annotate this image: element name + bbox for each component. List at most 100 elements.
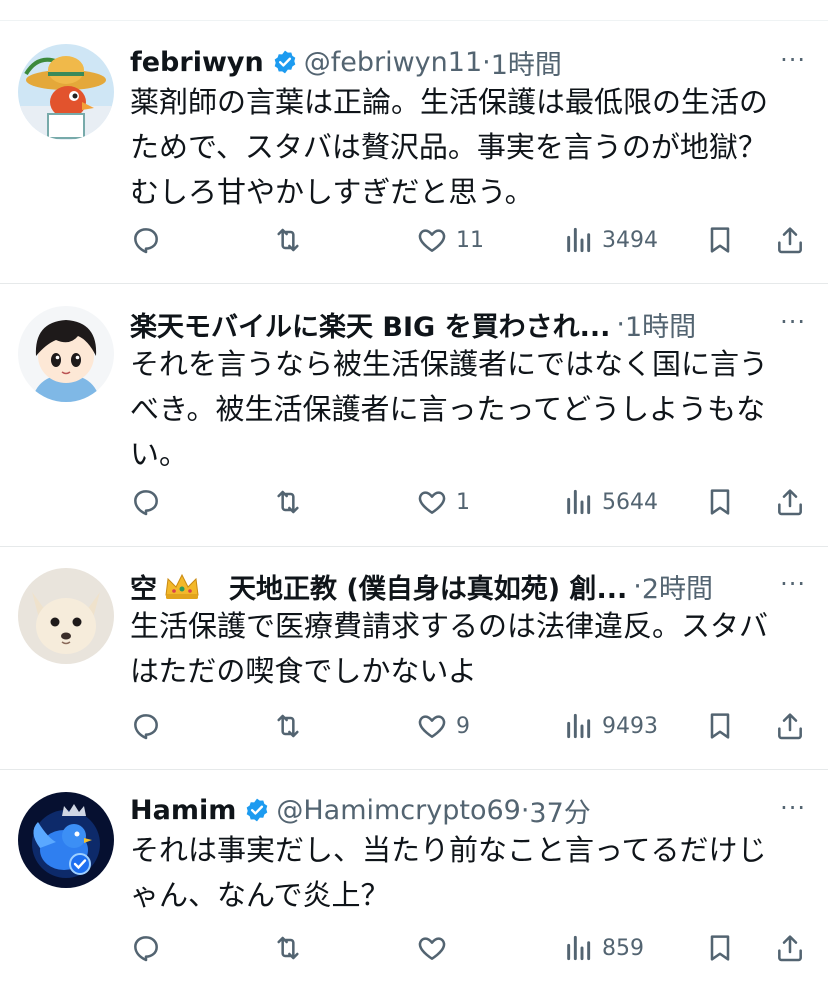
separator-dot: · xyxy=(633,570,642,602)
views-chart-icon xyxy=(567,713,591,739)
anime-girl-avatar-icon xyxy=(18,306,114,402)
avatar[interactable] xyxy=(18,792,114,888)
tweet-text: 薬剤師の言葉は正論。生活保護は最低限の生活の ためで、スタバは贅沢品。事実を言う… xyxy=(130,80,810,215)
share-button[interactable] xyxy=(774,928,806,968)
avatar[interactable] xyxy=(18,44,114,140)
views-chart-icon xyxy=(567,935,591,961)
action-bar: 1 5644 xyxy=(130,482,810,522)
more-options-icon[interactable]: ··· xyxy=(780,570,806,598)
reply-icon xyxy=(134,228,158,254)
retweet-icon xyxy=(277,228,299,252)
like-count: 1 xyxy=(456,489,470,515)
author-handle[interactable]: @febriwyn11 xyxy=(304,47,482,78)
verified-badge-icon xyxy=(244,797,270,823)
action-bar: 859 xyxy=(130,928,810,968)
tweet-divider xyxy=(0,769,828,770)
crown-icon xyxy=(163,571,201,601)
bookmark-button[interactable] xyxy=(704,928,736,968)
author-name[interactable]: Hamim xyxy=(130,795,236,826)
tweet-text-line: い。 xyxy=(130,437,189,471)
tweet-text: 生活保護で医療費請求するのは法律違反。スタバ はただの喫食でしかないよ xyxy=(130,604,810,694)
share-icon xyxy=(778,713,802,740)
retweet-button[interactable] xyxy=(272,220,304,260)
tweet-text: それは事実だし、当たり前なこと言ってるだけじ ゃん、なんで炎上？ xyxy=(130,828,810,918)
like-button[interactable]: 9 xyxy=(416,706,470,746)
top-divider xyxy=(0,20,828,21)
tweet-text-line: ゃん、なんで炎上？ xyxy=(130,878,390,912)
timestamp[interactable]: 2時間 xyxy=(642,568,713,605)
heart-icon xyxy=(418,491,446,514)
timestamp[interactable]: 37分 xyxy=(529,792,590,829)
bookmark-button[interactable] xyxy=(704,220,736,260)
views-button[interactable]: 859 xyxy=(562,928,644,968)
heart-icon xyxy=(418,937,446,960)
action-bar: 9 9493 xyxy=(130,706,810,746)
views-button[interactable]: 9493 xyxy=(562,706,658,746)
heart-icon xyxy=(418,229,446,252)
views-button[interactable]: 3494 xyxy=(562,220,658,260)
sombrero-bird-avatar-icon xyxy=(18,44,114,140)
like-button[interactable] xyxy=(416,928,456,968)
more-options-icon[interactable]: ··· xyxy=(780,308,806,336)
share-icon xyxy=(778,227,802,254)
heart-icon xyxy=(418,715,446,738)
tweet-divider xyxy=(0,283,828,284)
view-count: 5644 xyxy=(602,489,658,515)
bookmark-icon xyxy=(710,713,730,739)
author-name[interactable]: febriwyn xyxy=(130,47,264,78)
separator-dot: · xyxy=(616,308,625,340)
bookmark-button[interactable] xyxy=(704,482,736,522)
like-count: 11 xyxy=(456,227,484,253)
view-count: 9493 xyxy=(602,713,658,739)
retweet-button[interactable] xyxy=(272,706,304,746)
views-chart-icon xyxy=(567,227,591,253)
author-handle[interactable]: @Hamimcrypto69 xyxy=(276,795,520,826)
views-chart-icon xyxy=(567,489,591,515)
tweet-text-line: べき。被生活保護者に言ったってどうしようもな xyxy=(130,392,766,426)
chihuahua-avatar-icon xyxy=(18,568,114,664)
more-options-icon[interactable]: ··· xyxy=(780,46,806,74)
reply-button[interactable] xyxy=(130,706,162,746)
retweet-button[interactable] xyxy=(272,928,304,968)
tweet-text: それを言うなら被生活保護者にではなく国に言う べき。被生活保護者に言ったってどう… xyxy=(130,342,810,477)
bookmark-icon xyxy=(710,935,730,961)
reply-button[interactable] xyxy=(130,220,162,260)
tweet-text-line: ためで、スタバは贅沢品。事実を言うのが地獄？ xyxy=(130,130,767,164)
reply-button[interactable] xyxy=(130,928,162,968)
timestamp[interactable]: 1時間 xyxy=(625,306,696,343)
action-bar: 11 3494 xyxy=(130,220,810,260)
tweet-text-line: むしろ甘やかしすぎだと思う。 xyxy=(130,175,534,209)
avatar[interactable] xyxy=(18,568,114,664)
share-button[interactable] xyxy=(774,706,806,746)
share-icon xyxy=(778,935,802,962)
author-name-prefix[interactable]: 空 xyxy=(130,568,157,605)
reply-icon xyxy=(134,714,158,740)
bookmark-button[interactable] xyxy=(704,706,736,746)
more-options-icon[interactable]: ··· xyxy=(780,794,806,822)
tweet-text-line: それを言うなら被生活保護者にではなく国に言う xyxy=(130,347,769,381)
retweet-icon xyxy=(277,490,299,514)
tweet-text-line: はただの喫食でしかないよ xyxy=(130,654,477,688)
view-count: 3494 xyxy=(602,227,658,253)
verified-badge-icon xyxy=(272,49,298,75)
views-button[interactable]: 5644 xyxy=(562,482,658,522)
separator-dot: · xyxy=(520,794,530,826)
share-button[interactable] xyxy=(774,482,806,522)
retweet-icon xyxy=(277,714,299,738)
reply-icon xyxy=(134,936,158,962)
retweet-button[interactable] xyxy=(272,482,304,522)
timestamp[interactable]: 1時間 xyxy=(491,44,562,81)
bookmark-icon xyxy=(710,227,730,253)
share-icon xyxy=(778,489,802,516)
avatar[interactable] xyxy=(18,306,114,402)
bookmark-icon xyxy=(710,489,730,515)
like-button[interactable]: 11 xyxy=(416,220,484,260)
tweet-text-line: それは事実だし、当たり前なこと言ってるだけじ xyxy=(130,833,767,867)
reply-button[interactable] xyxy=(130,482,162,522)
crowned-blue-bird-avatar-icon xyxy=(18,792,114,888)
share-button[interactable] xyxy=(774,220,806,260)
tweet-divider xyxy=(0,546,828,547)
author-name[interactable]: 楽天モバイルに楽天 BIG を買わされ... xyxy=(130,306,610,343)
author-name[interactable]: 天地正教 (僕自身は真如苑) 創... xyxy=(229,568,627,605)
like-button[interactable]: 1 xyxy=(416,482,470,522)
